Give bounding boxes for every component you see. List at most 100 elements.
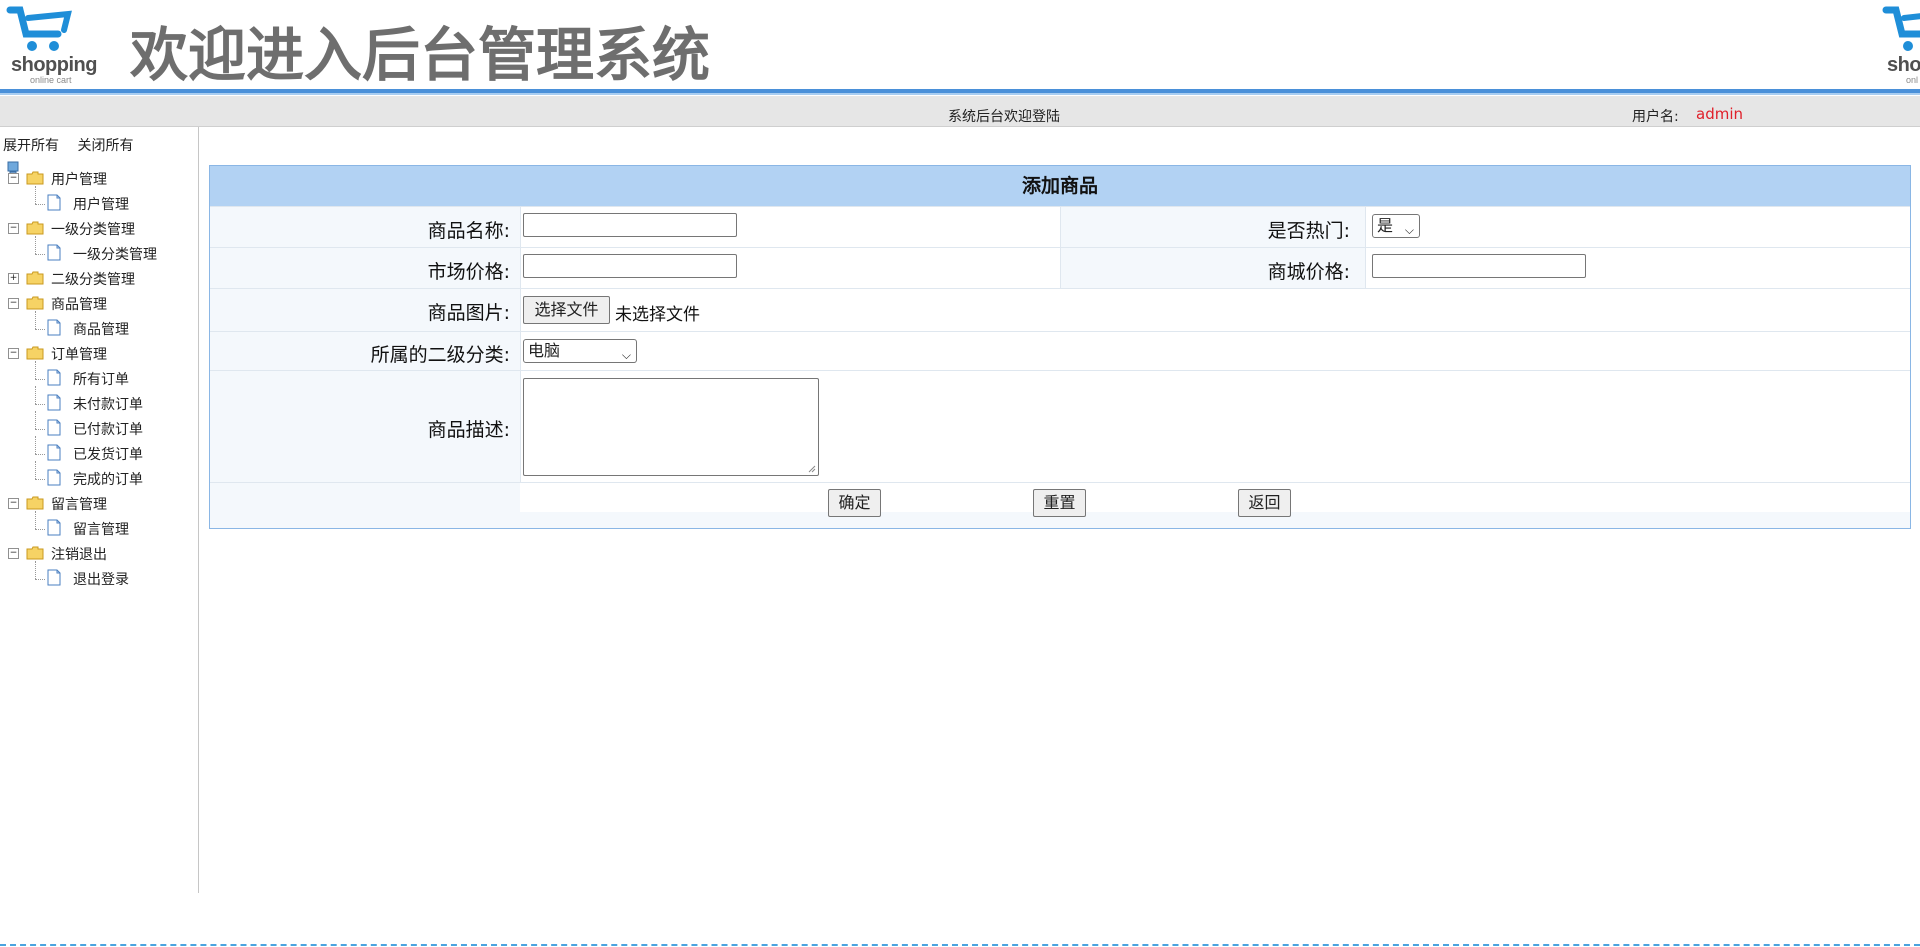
collapse-toggle-icon[interactable]: − — [8, 298, 19, 309]
sidebar-group-label[interactable]: 二级分类管理 — [51, 269, 135, 289]
sidebar-item-label[interactable]: 完成的订单 — [73, 469, 143, 489]
collapse-all-link[interactable]: 关闭所有 — [77, 138, 133, 154]
tree-connector — [35, 186, 36, 204]
chevron-down-icon: ⌵ — [1404, 223, 1414, 237]
tree-connector — [35, 254, 45, 255]
tree-connector — [35, 236, 36, 254]
collapse-toggle-icon[interactable]: − — [8, 548, 19, 559]
reset-button[interactable]: 重置 — [1033, 489, 1086, 517]
tree-connector — [35, 404, 45, 405]
tree-connector — [35, 436, 36, 454]
sidebar-item-label[interactable]: 退出登录 — [73, 569, 129, 589]
collapse-toggle-icon[interactable]: − — [8, 223, 19, 234]
sidebar-group-4[interactable]: − 订单管理 — [0, 342, 196, 366]
sidebar-item-label[interactable]: 未付款订单 — [73, 394, 143, 414]
sidebar-group-5[interactable]: − 留言管理 — [0, 492, 196, 516]
page-title: 欢迎进入后台管理系统 — [130, 21, 711, 89]
add-product-form: 添加商品 商品名称: 是否热门: 是 ⌵ 市场价格: 商城价格: 商品图片: 选… — [209, 165, 1911, 529]
sidebar-item[interactable]: 所有订单 — [0, 361, 196, 391]
sidebar: 展开所有 关闭所有 − 用户管理 用户管理 − 一级分类管理 一级分类管理 + 二级分类管理 −… — [0, 127, 199, 893]
shop-price-label: 商城价格: — [1267, 261, 1350, 283]
shopping-cart-logo-right: sho onl — [1882, 4, 1920, 86]
tree-connector — [35, 561, 36, 579]
sidebar-group-label[interactable]: 留言管理 — [51, 494, 107, 514]
folder-icon — [26, 546, 44, 560]
sidebar-item[interactable]: 退出登录 — [0, 561, 196, 591]
shop-price-input[interactable] — [1372, 254, 1586, 278]
folder-icon — [26, 271, 44, 285]
description-textarea[interactable] — [523, 378, 819, 476]
market-price-input[interactable] — [523, 254, 737, 278]
tree-connector — [35, 579, 45, 580]
tree-connector — [35, 329, 45, 330]
document-icon — [47, 569, 61, 586]
tree-controls: 展开所有 关闭所有 — [3, 135, 147, 155]
sidebar-item-label[interactable]: 所有订单 — [73, 369, 129, 389]
sidebar-item[interactable]: 商品管理 — [0, 311, 196, 341]
top-status-bar: 系统后台欢迎登陆 用户名: admin — [0, 96, 1920, 127]
sidebar-group-3[interactable]: − 商品管理 — [0, 292, 196, 316]
sidebar-item[interactable]: 完成的订单 — [0, 461, 196, 491]
category-value: 电脑 — [528, 341, 561, 360]
tree-connector — [35, 511, 36, 529]
cart-icon — [6, 6, 72, 51]
collapse-toggle-icon[interactable]: − — [8, 173, 19, 184]
sidebar-item-label[interactable]: 一级分类管理 — [73, 244, 157, 264]
form-title: 添加商品 — [210, 166, 1910, 206]
sidebar-item-label[interactable]: 用户管理 — [73, 194, 129, 214]
collapse-toggle-icon[interactable]: − — [8, 348, 19, 359]
tree-connector — [35, 204, 45, 205]
tree-connector — [35, 461, 36, 479]
footer-divider — [0, 944, 1920, 946]
product-image-label: 商品图片: — [427, 302, 510, 324]
sidebar-group-0[interactable]: − 用户管理 — [0, 167, 196, 191]
tree-connector — [35, 454, 45, 455]
tree-connector — [35, 311, 36, 329]
sidebar-item[interactable]: 留言管理 — [0, 511, 196, 541]
collapse-toggle-icon[interactable]: − — [8, 498, 19, 509]
header-divider-light — [0, 93, 1920, 95]
sidebar-item-label[interactable]: 留言管理 — [73, 519, 129, 539]
welcome-text: 系统后台欢迎登陆 — [948, 109, 1060, 125]
username-value: admin — [1696, 105, 1743, 123]
is-hot-label: 是否热门: — [1267, 220, 1350, 242]
sidebar-group-label[interactable]: 注销退出 — [51, 544, 107, 564]
sidebar-item[interactable]: 未付款订单 — [0, 386, 196, 416]
document-icon — [47, 519, 61, 536]
sidebar-item[interactable]: 用户管理 — [0, 186, 196, 216]
category-select[interactable]: 电脑 ⌵ — [523, 339, 637, 363]
product-name-label: 商品名称: — [427, 220, 510, 242]
document-icon — [47, 394, 61, 411]
sidebar-group-label[interactable]: 商品管理 — [51, 294, 107, 314]
sidebar-group-label[interactable]: 一级分类管理 — [51, 219, 135, 239]
cart-icon — [1882, 6, 1920, 51]
sidebar-item[interactable]: 已发货订单 — [0, 436, 196, 466]
is-hot-select[interactable]: 是 ⌵ — [1372, 214, 1420, 238]
folder-icon — [26, 296, 44, 310]
shopping-cart-logo: shopping online cart — [6, 4, 98, 86]
document-icon — [47, 444, 61, 461]
sidebar-group-6[interactable]: − 注销退出 — [0, 542, 196, 566]
logo-text: shopping — [11, 54, 97, 76]
sidebar-item-label[interactable]: 已付款订单 — [73, 419, 143, 439]
no-file-text: 未选择文件 — [615, 305, 700, 325]
sidebar-group-1[interactable]: − 一级分类管理 — [0, 217, 196, 241]
back-button[interactable]: 返回 — [1238, 489, 1291, 517]
sidebar-group-label[interactable]: 用户管理 — [51, 169, 107, 189]
sidebar-item-label[interactable]: 商品管理 — [73, 319, 129, 339]
document-icon — [47, 419, 61, 436]
product-name-input[interactable] — [523, 213, 737, 237]
sidebar-item[interactable]: 已付款订单 — [0, 411, 196, 441]
document-icon — [47, 369, 61, 386]
confirm-button[interactable]: 确定 — [828, 489, 881, 517]
sidebar-group-2[interactable]: + 二级分类管理 — [0, 267, 196, 291]
resize-handle-icon[interactable] — [808, 465, 816, 473]
tree-connector — [35, 379, 45, 380]
sidebar-item[interactable]: 一级分类管理 — [0, 236, 196, 266]
logo-subtext-right: onl — [1906, 75, 1919, 85]
sidebar-group-label[interactable]: 订单管理 — [51, 344, 107, 364]
expand-all-link[interactable]: 展开所有 — [3, 138, 59, 154]
sidebar-item-label[interactable]: 已发货订单 — [73, 444, 143, 464]
expand-toggle-icon[interactable]: + — [8, 273, 19, 284]
choose-file-button[interactable]: 选择文件 — [523, 296, 610, 324]
